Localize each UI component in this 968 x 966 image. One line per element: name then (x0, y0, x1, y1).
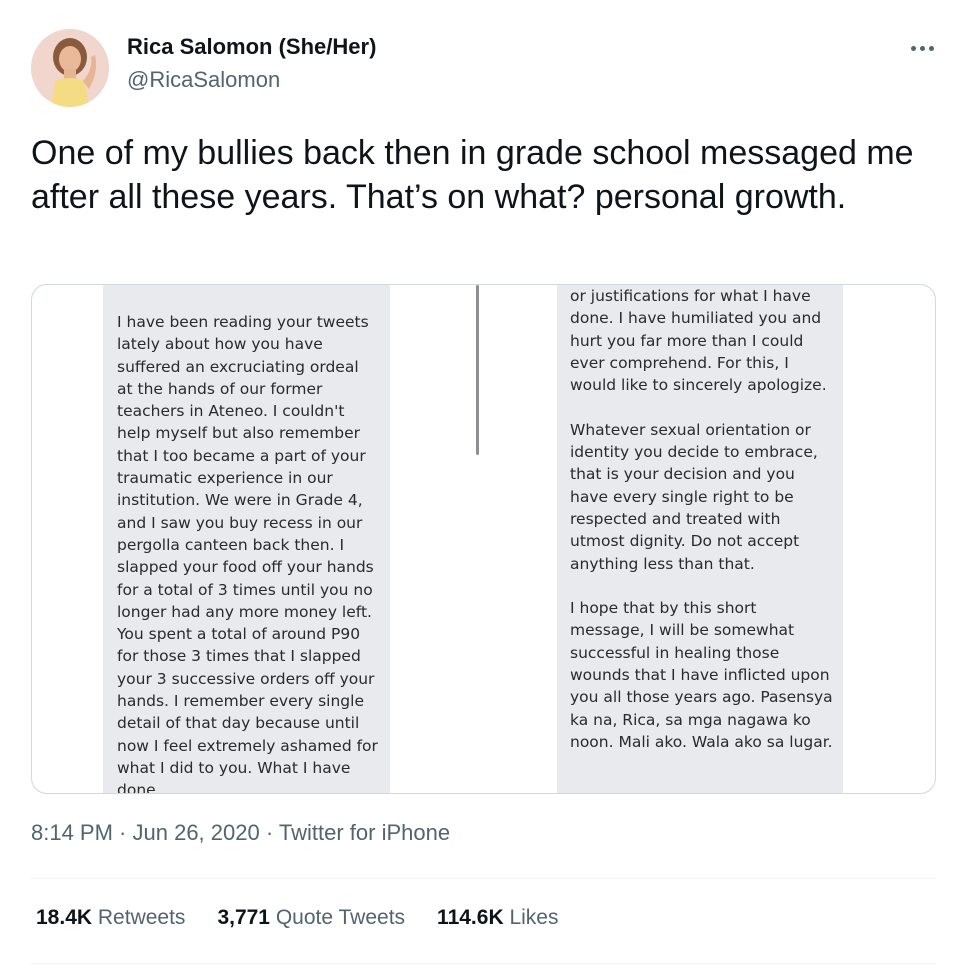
divider (31, 878, 936, 879)
avatar-image (31, 29, 109, 107)
likes-label: Likes (509, 906, 559, 929)
retweets-stat[interactable]: 18.4K Retweets (36, 906, 185, 930)
more-icon[interactable] (904, 36, 940, 60)
avatar[interactable] (31, 29, 109, 107)
quote-tweets-label: Quote Tweets (275, 906, 406, 929)
likes-stat[interactable]: 114.6K Likes (437, 906, 558, 930)
tweet: Rica Salomon (She/Her) @RicaSalomon One … (0, 0, 968, 966)
quote-tweets-count: 3,771 (217, 906, 270, 929)
meta-separator: · (112, 820, 133, 845)
handle[interactable]: @RicaSalomon (127, 67, 280, 93)
scroll-indicator (476, 285, 479, 455)
message-bubble-left: I have been reading your tweets lately a… (103, 285, 390, 793)
tweet-time[interactable]: 8:14 PM (31, 820, 113, 845)
tweet-stats: 18.4K Retweets 3,771 Quote Tweets 114.6K… (36, 906, 558, 930)
more-dot (919, 45, 925, 51)
more-dot (910, 45, 916, 51)
retweets-count: 18.4K (36, 906, 93, 929)
tweet-date[interactable]: Jun 26, 2020 (133, 820, 260, 845)
tweet-source[interactable]: Twitter for iPhone (279, 820, 450, 845)
tweet-text: One of my bullies back then in grade sch… (31, 134, 914, 216)
display-name[interactable]: Rica Salomon (She/Her) (127, 34, 376, 60)
divider (31, 963, 936, 964)
message-bubble-right: or justifications for what I have done. … (557, 285, 843, 793)
quote-tweets-stat[interactable]: 3,771 Quote Tweets (217, 906, 405, 930)
tweet-meta: 8:14 PM · Jun 26, 2020 · Twitter for iPh… (31, 820, 450, 846)
likes-count: 114.6K (437, 906, 504, 929)
meta-separator: · (259, 820, 279, 845)
retweets-label: Retweets (97, 906, 186, 929)
more-dot (928, 45, 934, 51)
media-image[interactable]: I have been reading your tweets lately a… (31, 284, 936, 794)
